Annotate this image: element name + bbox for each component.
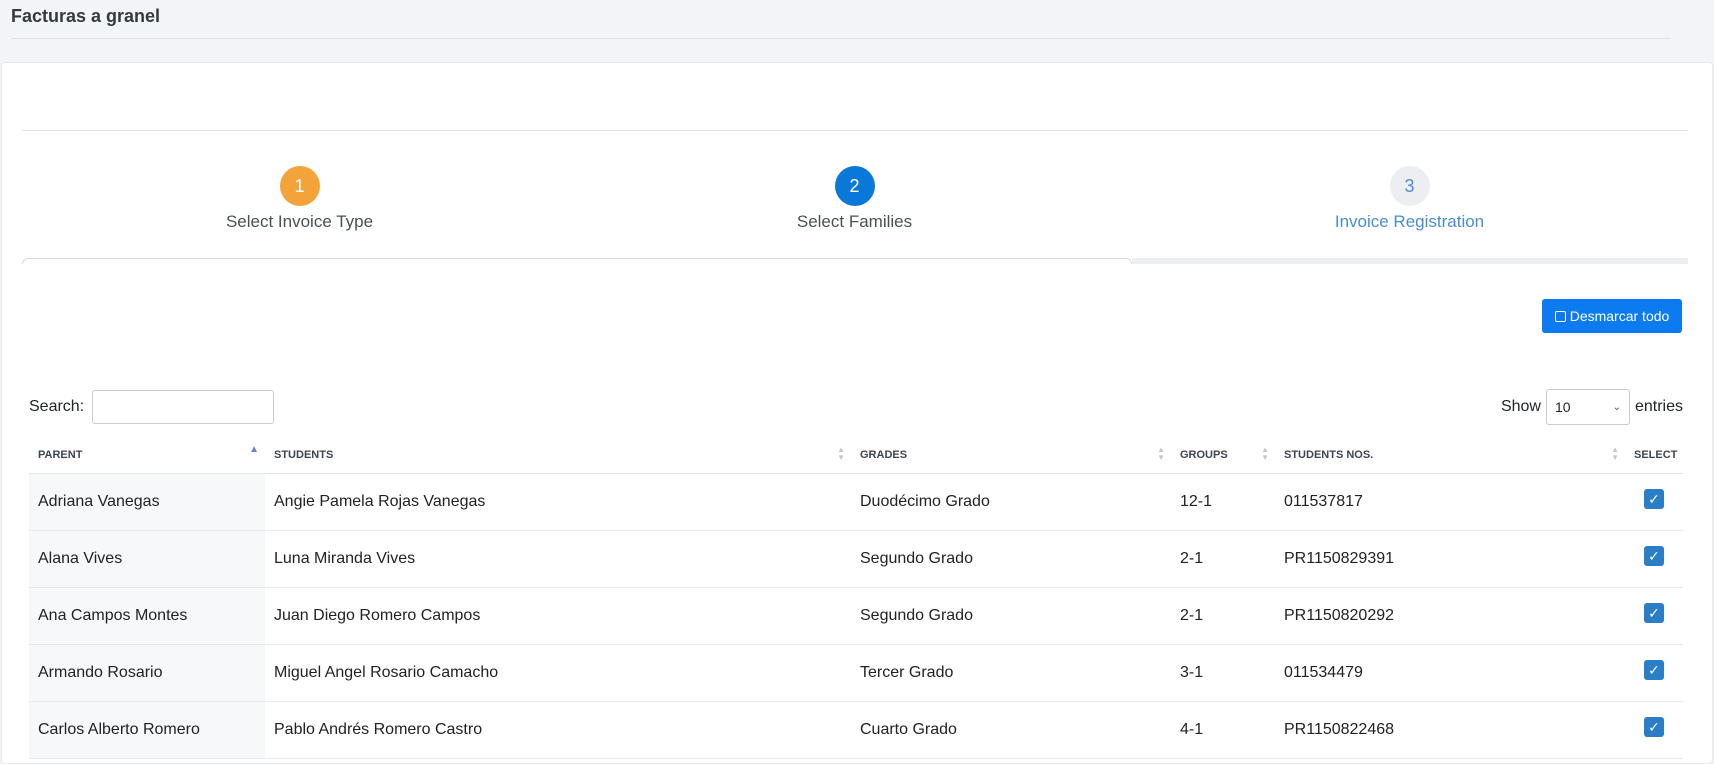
column-header-groups[interactable]: GROUPS ▲ ▼	[1171, 437, 1275, 474]
page-header: Facturas a granel	[11, 0, 1671, 39]
wizard-step-invoice-registration[interactable]: 3 Invoice Registration	[1132, 166, 1687, 232]
column-header-parent[interactable]: PARENT ▲	[29, 437, 265, 474]
entries-select[interactable]: 10 ⌄	[1545, 389, 1630, 425]
cell-student-nos: PR1150820292	[1275, 587, 1625, 645]
cell-students: Miguel Angel Rosario Camacho	[265, 644, 851, 702]
cell-groups: 2-1	[1171, 587, 1275, 645]
cell-student-nos: PR1150829391	[1275, 530, 1625, 588]
cell-groups: 12-1	[1171, 473, 1275, 531]
table-header-row: PARENT ▲ STUDENTS ▲ ▼ GRADES ▲ ▼ GROUPS ▲ ▼…	[29, 437, 1683, 474]
entries-label: entries	[1634, 398, 1683, 415]
cell-grades: Segundo Grado	[851, 530, 1171, 588]
unmark-all-label: Desmarcar todo	[1569, 308, 1670, 324]
sort-icon: ▲ ▼	[1261, 445, 1269, 462]
column-header-grades[interactable]: GRADES ▲ ▼	[851, 437, 1171, 474]
row-select-checkbox[interactable]: ✓	[1644, 717, 1664, 737]
cell-parent: Carlos Alberto Romero	[29, 701, 265, 759]
card-divider	[22, 130, 1688, 131]
cell-select: ✓	[1625, 701, 1683, 759]
step-label: Select Invoice Type	[225, 212, 374, 231]
sort-asc-icon: ▲	[249, 444, 259, 455]
table-length: Show 10 ⌄ entries	[1501, 389, 1683, 425]
step-label: Select Families	[796, 212, 913, 231]
unmark-all-button[interactable]: Desmarcar todo	[1542, 299, 1682, 333]
step-number-badge: 2	[834, 166, 875, 206]
cell-select: ✓	[1625, 644, 1683, 702]
cell-student-nos: 011537817	[1275, 473, 1625, 531]
wizard-progress-completed	[22, 258, 1132, 264]
wizard-progress-remaining	[1132, 258, 1688, 264]
cell-groups: 2-1	[1171, 530, 1275, 588]
table-row: Carlos Alberto Romero Pablo Andrés Romer…	[29, 701, 1683, 759]
cell-students: Angie Pamela Rojas Vanegas	[265, 473, 851, 531]
sort-icon: ▲ ▼	[837, 445, 845, 462]
sort-icon: ▲ ▼	[1157, 445, 1165, 462]
cell-students: Pablo Andrés Romero Castro	[265, 701, 851, 759]
column-header-select: SELECT	[1625, 437, 1683, 474]
step-number-badge: 3	[1389, 166, 1430, 206]
row-select-checkbox[interactable]: ✓	[1644, 546, 1664, 566]
cell-groups: 3-1	[1171, 644, 1275, 702]
entries-selected-value: 10	[1554, 399, 1571, 415]
cell-groups: 4-1	[1171, 701, 1275, 759]
square-icon	[1554, 310, 1566, 322]
table-row: Alana Vives Luna Miranda Vives Segundo G…	[29, 530, 1683, 588]
table-row: Ana Campos Montes Juan Diego Romero Camp…	[29, 587, 1683, 645]
cell-students: Luna Miranda Vives	[265, 530, 851, 588]
column-header-students[interactable]: STUDENTS ▲ ▼	[265, 437, 851, 474]
wizard-step-select-invoice-type[interactable]: 1 Select Invoice Type	[22, 166, 577, 232]
show-label: Show	[1500, 398, 1541, 415]
cell-select: ✓	[1625, 473, 1683, 531]
table-row: Adriana Vanegas Angie Pamela Rojas Vaneg…	[29, 473, 1683, 531]
cell-parent: Alana Vives	[29, 530, 265, 588]
column-header-student-nos[interactable]: STUDENTS NOS. ▲ ▼	[1275, 437, 1625, 474]
sort-icon: ▲ ▼	[1611, 445, 1619, 462]
search-label: Search:	[29, 398, 85, 415]
step-label: Invoice Registration	[1334, 212, 1485, 231]
cell-student-nos: 011534479	[1275, 644, 1625, 702]
cell-grades: Duodécimo Grado	[851, 473, 1171, 531]
row-select-checkbox[interactable]: ✓	[1644, 603, 1664, 623]
cell-parent: Ana Campos Montes	[29, 587, 265, 645]
cell-grades: Segundo Grado	[851, 587, 1171, 645]
cell-student-nos: PR1150822468	[1275, 701, 1625, 759]
page-title: Facturas a granel	[11, 6, 161, 26]
row-select-checkbox[interactable]: ✓	[1644, 489, 1664, 509]
table-row: Armando Rosario Miguel Angel Rosario Cam…	[29, 644, 1683, 702]
cell-grades: Tercer Grado	[851, 644, 1171, 702]
cell-parent: Adriana Vanegas	[29, 473, 265, 531]
cell-students: Juan Diego Romero Campos	[265, 587, 851, 645]
cell-parent: Armando Rosario	[29, 644, 265, 702]
cell-select: ✓	[1625, 587, 1683, 645]
step-number-badge: 1	[279, 166, 320, 206]
table-search: Search:	[29, 389, 275, 425]
search-input[interactable]	[92, 390, 275, 424]
wizard-steps: 1 Select Invoice Type 2 Select Families …	[22, 166, 1688, 266]
chevron-down-icon: ⌄	[1612, 401, 1621, 413]
cell-select: ✓	[1625, 530, 1683, 588]
cell-grades: Cuarto Grado	[851, 701, 1171, 759]
families-table: PARENT ▲ STUDENTS ▲ ▼ GRADES ▲ ▼ GROUPS ▲ ▼…	[29, 437, 1683, 759]
wizard-step-select-families[interactable]: 2 Select Families	[577, 166, 1132, 232]
row-select-checkbox[interactable]: ✓	[1644, 660, 1664, 680]
